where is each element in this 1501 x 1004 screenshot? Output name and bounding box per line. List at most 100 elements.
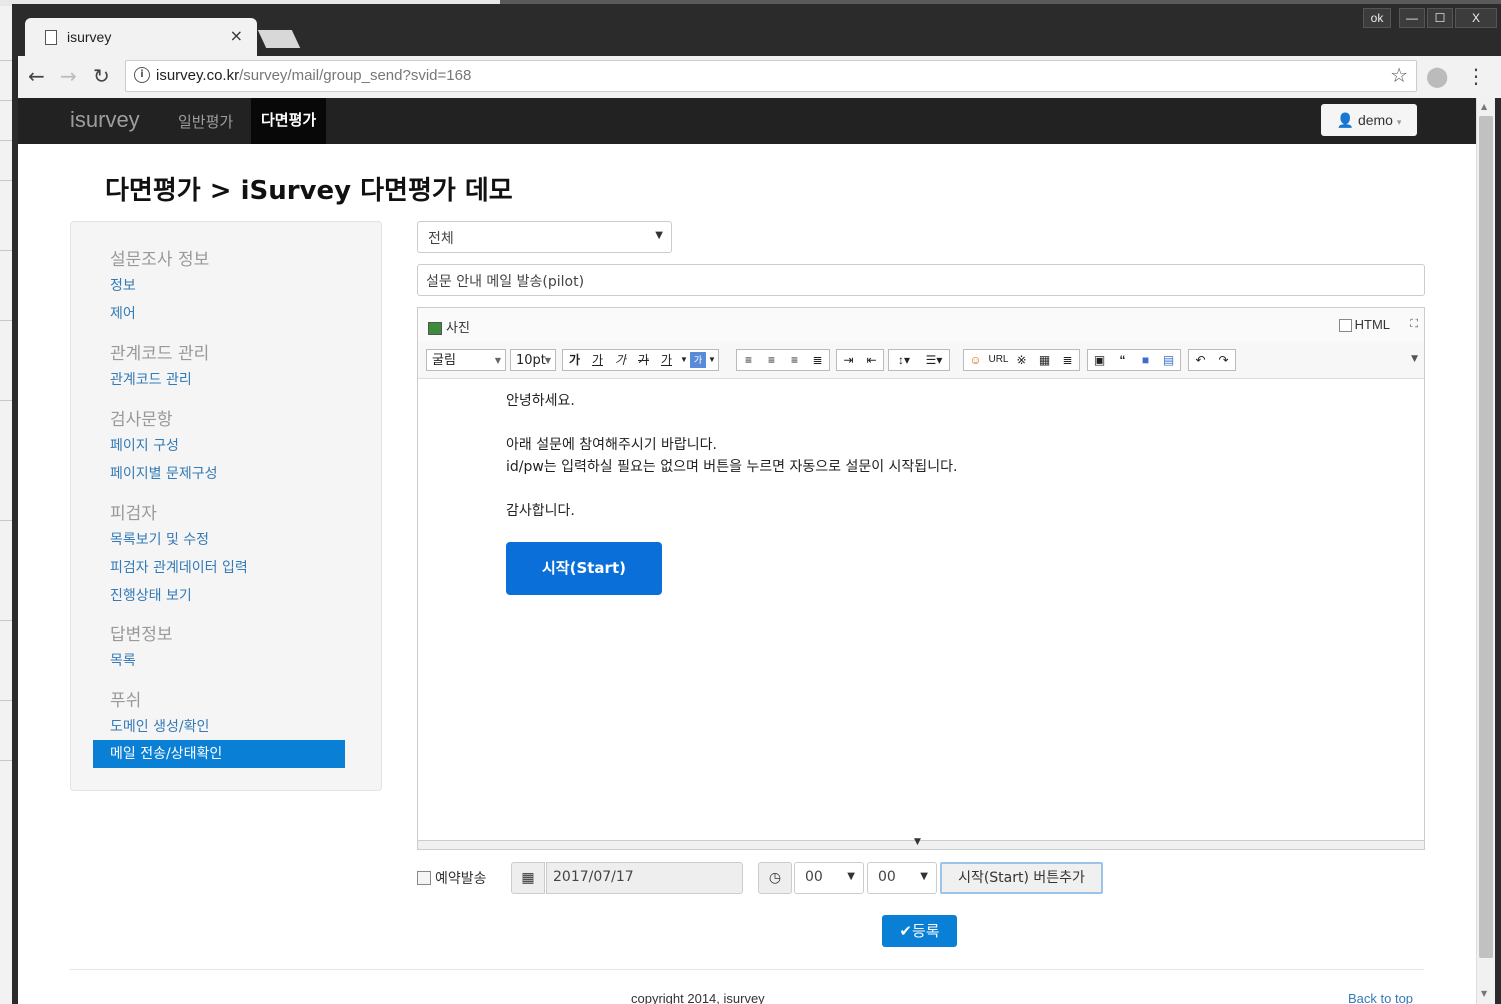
insert-group: ☺ URL ※ ▦ ≣ <box>963 349 1080 371</box>
align-right-icon[interactable]: ≡ <box>783 350 806 370</box>
sidebar-item-active[interactable]: 메일 전송/상태확인 <box>93 740 345 768</box>
reload-icon[interactable]: ↻ <box>93 64 110 88</box>
window-controls: ok — ☐ X <box>1363 8 1497 28</box>
minute-select[interactable]: 00 ▼ <box>867 862 937 894</box>
photo-button[interactable]: 사진 <box>428 317 470 336</box>
outdent-icon[interactable]: ⇤ <box>860 350 883 370</box>
close-window-button[interactable]: X <box>1455 8 1497 28</box>
text-box-icon[interactable]: ▣ <box>1088 350 1111 370</box>
quote-button[interactable]: “ <box>1111 350 1134 370</box>
list-icon[interactable]: ☰▾ <box>919 350 949 370</box>
italic-button[interactable]: 가 <box>609 350 632 370</box>
group-select[interactable]: 전체 ▼ <box>417 221 672 253</box>
font-family-select[interactable]: 굴림 ▼ <box>426 349 506 371</box>
align-group: ≡ ≡ ≡ ≣ <box>736 349 830 371</box>
maximize-button[interactable]: ☐ <box>1427 8 1453 28</box>
more-tools-icon[interactable]: ▼ <box>1411 354 1418 364</box>
nav-multi-eval[interactable]: 다면평가 <box>251 98 327 144</box>
scroll-thumb[interactable] <box>1479 116 1493 958</box>
copyright-text: copyright 2014, isurvey <box>631 991 765 1004</box>
add-start-button[interactable]: 시작(Start) 버튼추가 <box>940 862 1103 894</box>
underline-button[interactable]: 가 <box>586 350 609 370</box>
html-checkbox[interactable] <box>1338 319 1352 333</box>
minimize-button[interactable]: — <box>1399 8 1425 28</box>
editor-topbar: 사진 HTML ⛶ <box>418 308 1424 343</box>
strike-button[interactable]: 가 <box>632 350 655 370</box>
sidebar-item[interactable]: 진행상태 보기 <box>110 585 192 605</box>
address-bar[interactable]: i isurvey.co.kr/survey/mail/group_send?s… <box>125 60 1417 92</box>
navbar: isurvey 일반평가 다면평가 👤 demo ▾ <box>18 98 1476 144</box>
sidebar-item[interactable]: 도메인 생성/확인 <box>110 716 209 736</box>
line-height-icon[interactable]: ↕▾ <box>889 350 919 370</box>
star-icon[interactable]: ☆ <box>1390 63 1408 87</box>
special-char-icon[interactable]: ※ <box>1010 350 1033 370</box>
expand-icon[interactable]: ⛶ <box>1410 317 1418 331</box>
template-icon[interactable]: ▤ <box>1157 350 1180 370</box>
page-scrollbar[interactable]: ▲ ▼ <box>1476 98 1496 1004</box>
brand-logo[interactable]: isurvey <box>70 107 140 133</box>
redo-icon[interactable]: ↷ <box>1212 350 1235 370</box>
caret-down-icon[interactable]: ▼ <box>678 350 690 370</box>
start-survey-button[interactable]: 시작(Start) <box>506 542 662 595</box>
forward-arrow-icon[interactable]: → <box>60 64 77 88</box>
user-menu-button[interactable]: 👤 demo ▾ <box>1321 104 1417 136</box>
indent-icon[interactable]: ⇥ <box>837 350 860 370</box>
hour-select[interactable]: 00 ▼ <box>794 862 864 894</box>
register-button[interactable]: ✔등록 <box>882 915 957 947</box>
sidebar-heading: 푸쉬 <box>110 691 142 711</box>
browser-tab[interactable]: isurvey × <box>25 18 257 56</box>
bold-button[interactable]: 가 <box>563 350 586 370</box>
user-name: demo <box>1357 112 1393 128</box>
image-icon <box>428 322 442 335</box>
scroll-down-icon[interactable]: ▼ <box>1481 989 1487 998</box>
sidebar-item[interactable]: 목록 <box>110 650 136 670</box>
caret-down-icon[interactable]: ▼ <box>706 350 718 370</box>
sidebar-heading: 검사문항 <box>110 410 173 430</box>
highlight-icon[interactable]: 가 <box>690 352 706 368</box>
sidebar-item[interactable]: 페이지 구성 <box>110 435 179 455</box>
editor-toolbar: 굴림▼ 10pt▼ 가 가 가 가 가 ▼ 가 ▼ ≡ ≡ ≡ ≣ ⇥ ⇤ <box>418 342 1424 379</box>
nav-general-eval[interactable]: 일반평가 <box>178 111 233 132</box>
sidebar-item[interactable]: 피검자 관계데이터 입력 <box>110 557 248 577</box>
table-icon[interactable]: ▦ <box>1033 350 1056 370</box>
subject-input[interactable]: 설문 안내 메일 발송(pilot) <box>417 264 1425 296</box>
content-line: id/pw는 입력하실 필요는 없으며 버튼을 누르면 자동으로 설문이 시작됩… <box>506 459 958 475</box>
caret-down-icon: ▼ <box>655 230 663 241</box>
ok-button[interactable]: ok <box>1363 8 1391 28</box>
editor-resize-bar[interactable]: ▼ <box>418 837 1424 849</box>
undo-icon[interactable]: ↶ <box>1189 350 1212 370</box>
font-size-select[interactable]: 10pt ▼ <box>510 349 556 371</box>
html-toggle[interactable]: HTML <box>1338 317 1390 333</box>
reserve-label: 예약발송 <box>435 871 487 887</box>
sidebar-item[interactable]: 목록보기 및 수정 <box>110 529 209 549</box>
info-icon[interactable]: i <box>134 67 150 83</box>
extension-icon[interactable]: ⬤ <box>1426 64 1448 88</box>
sidebar: 설문조사 정보 정보 제어 관계코드 관리 관계코드 관리 검사문항 페이지 구… <box>70 221 382 791</box>
align-center-icon[interactable]: ≡ <box>760 350 783 370</box>
back-to-top-link[interactable]: Back to top <box>1348 991 1413 1004</box>
align-justify-icon[interactable]: ≣ <box>806 350 829 370</box>
emoticon-icon[interactable]: ☺ <box>964 350 987 370</box>
rich-text-editor: 사진 HTML ⛶ 굴림 ▼ 10pt ▼ 가 가 가 가 가 ▼ 가 ▼ ≡ ≡ … <box>417 307 1425 850</box>
sidebar-item[interactable]: 제어 <box>110 303 136 323</box>
group-select-value: 전체 <box>428 231 454 247</box>
align-left-icon[interactable]: ≡ <box>737 350 760 370</box>
reserve-send-toggle[interactable]: 예약발송 <box>417 868 487 888</box>
background-icon[interactable]: ■ <box>1134 350 1157 370</box>
history-group: ↶ ↷ <box>1188 349 1236 371</box>
calendar-icon[interactable]: ▦ <box>511 862 545 894</box>
scroll-up-icon[interactable]: ▲ <box>1481 102 1487 111</box>
url-button[interactable]: URL <box>987 350 1010 370</box>
tab-close-icon[interactable]: × <box>230 26 243 45</box>
divider-icon[interactable]: ≣ <box>1056 350 1079 370</box>
date-input[interactable]: 2017/07/17 <box>546 862 743 894</box>
sidebar-item[interactable]: 정보 <box>110 275 136 295</box>
back-arrow-icon[interactable]: ← <box>28 64 45 88</box>
menu-icon[interactable]: ⋮ <box>1466 64 1486 88</box>
editor-content[interactable]: 안녕하세요. 아래 설문에 참여해주시기 바랍니다. id/pw는 입력하실 필… <box>506 390 957 522</box>
tab-title: isurvey <box>67 29 112 45</box>
font-color-button[interactable]: 가 <box>655 350 678 370</box>
sidebar-item[interactable]: 관계코드 관리 <box>110 369 192 389</box>
sidebar-item[interactable]: 페이지별 문제구성 <box>110 463 218 483</box>
reserve-checkbox[interactable] <box>417 871 431 885</box>
